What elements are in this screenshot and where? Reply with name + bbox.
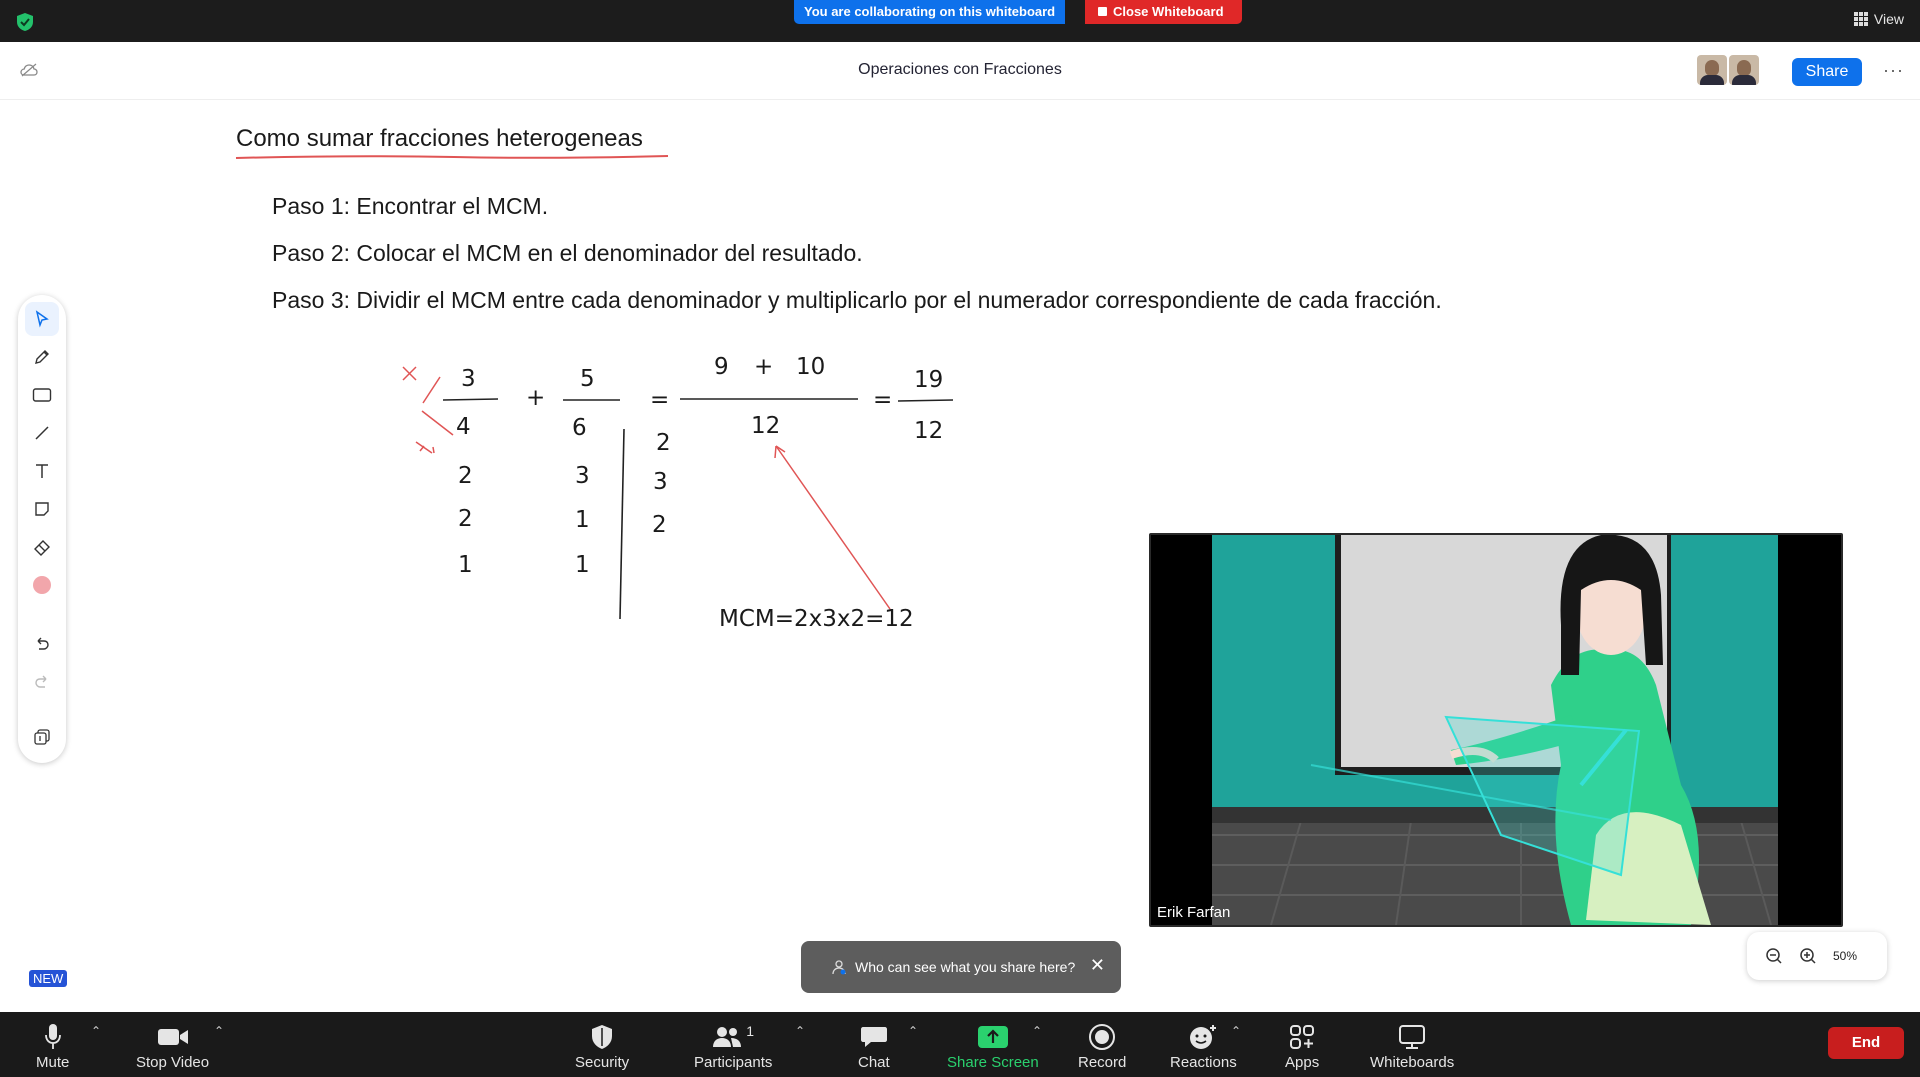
pencil-icon	[35, 350, 49, 364]
close-tooltip-button[interactable]: ✕	[1090, 955, 1105, 976]
video-options-chevron-icon[interactable]: ⌃	[214, 1024, 224, 1038]
color-dot-icon	[33, 576, 51, 594]
close-whiteboard-button[interactable]: Close Whiteboard	[1085, 0, 1242, 24]
avatar[interactable]	[1729, 55, 1759, 85]
share-options-chevron-icon[interactable]: ⌃	[1032, 1024, 1042, 1038]
templates-button[interactable]	[25, 720, 59, 754]
video-camera-icon	[157, 1029, 188, 1045]
view-button[interactable]: View	[1853, 11, 1904, 27]
zoom-in-icon[interactable]	[1799, 947, 1817, 965]
mute-button[interactable]: Mute	[36, 1020, 69, 1071]
mute-label: Mute	[36, 1054, 70, 1071]
meeting-controls-bar: Mute ⌃ Stop Video ⌃ Security 1 Participa…	[0, 1012, 1920, 1077]
zoom-controls: 50%	[1747, 932, 1887, 980]
text-icon	[36, 464, 48, 478]
share-screen-button[interactable]: Share Screen	[947, 1020, 1039, 1071]
text-tool[interactable]	[25, 454, 59, 488]
redo-icon	[35, 675, 47, 688]
participants-button[interactable]: 1 Participants	[694, 1020, 772, 1071]
templates-icon	[34, 729, 50, 745]
participants-options-chevron-icon[interactable]: ⌃	[795, 1024, 805, 1038]
chat-options-chevron-icon[interactable]: ⌃	[908, 1024, 918, 1038]
sticky-note-tool[interactable]	[25, 492, 59, 526]
more-options-button[interactable]: ···	[1883, 60, 1904, 81]
record-label: Record	[1078, 1054, 1127, 1071]
stop-icon	[1098, 7, 1107, 16]
whiteboard-title[interactable]: Operaciones con Fracciones	[0, 61, 1920, 79]
security-label: Security	[575, 1054, 630, 1071]
select-tool[interactable]	[25, 302, 59, 336]
rectangle-icon	[32, 388, 52, 402]
color-picker[interactable]	[25, 568, 59, 602]
new-badge: NEW	[29, 970, 68, 987]
end-meeting-button[interactable]: End	[1828, 1027, 1904, 1059]
tooltip-text: Who can see what you share here?	[855, 959, 1076, 975]
apps-icon	[1290, 1025, 1315, 1049]
share-visibility-tooltip[interactable]: Who can see what you share here? ✕	[801, 941, 1121, 993]
whiteboard-icon	[1399, 1025, 1426, 1049]
security-button[interactable]: Security	[575, 1020, 629, 1071]
line-tool[interactable]	[25, 416, 59, 450]
chat-label: Chat	[858, 1054, 890, 1071]
avatar-video-frame	[1212, 535, 1778, 925]
whiteboard-canvas[interactable]: Como sumar fracciones heterogeneas Paso …	[0, 101, 1920, 1012]
eraser-tool[interactable]	[25, 530, 59, 564]
record-button[interactable]: Record	[1078, 1020, 1126, 1071]
line-icon	[35, 426, 49, 440]
stop-video-button[interactable]: Stop Video	[136, 1020, 209, 1071]
audio-options-chevron-icon[interactable]: ⌃	[91, 1024, 101, 1038]
security-shield-icon	[592, 1025, 613, 1049]
collaborating-banner: You are collaborating on this whiteboard	[794, 0, 1066, 24]
chat-button[interactable]: Chat	[858, 1020, 890, 1071]
encryption-shield-icon[interactable]	[15, 12, 35, 32]
zoom-level[interactable]: 50%	[1833, 949, 1857, 963]
grid-icon	[1853, 12, 1868, 26]
chat-bubble-icon	[860, 1027, 887, 1047]
stop-video-label: Stop Video	[136, 1054, 210, 1071]
share-button[interactable]: Share	[1792, 58, 1862, 86]
close-whiteboard-label: Close Whiteboard	[1113, 4, 1224, 19]
participant-video[interactable]: Erik Farfan	[1149, 533, 1843, 927]
whiteboard-header: Operaciones con Fracciones Share ···	[0, 42, 1920, 100]
participants-label: Participants	[694, 1054, 773, 1071]
avatar[interactable]	[1697, 55, 1727, 85]
redo-button[interactable]	[25, 664, 59, 698]
whiteboards-button[interactable]: Whiteboards	[1370, 1020, 1454, 1071]
reactions-options-chevron-icon[interactable]: ⌃	[1231, 1024, 1241, 1038]
eraser-icon	[34, 540, 50, 556]
participants-count: 1	[746, 1023, 755, 1039]
whiteboard-toolbar	[18, 295, 66, 763]
undo-icon	[37, 637, 49, 650]
reactions-button[interactable]: Reactions	[1170, 1020, 1237, 1071]
math-strokes	[402, 366, 954, 620]
view-label: View	[1873, 11, 1904, 27]
smiley-icon	[1190, 1025, 1217, 1049]
whiteboards-label: Whiteboards	[1370, 1054, 1455, 1071]
cursor-icon	[35, 310, 49, 328]
zoom-out-icon[interactable]	[1765, 947, 1783, 965]
microphone-icon	[44, 1024, 61, 1049]
reactions-label: Reactions	[1170, 1054, 1237, 1071]
participants-icon	[713, 1027, 742, 1047]
pen-tool[interactable]	[25, 340, 59, 374]
share-screen-icon	[977, 1026, 1008, 1048]
people-icon	[832, 960, 846, 975]
participant-name: Erik Farfan	[1157, 904, 1231, 921]
apps-label: Apps	[1285, 1054, 1320, 1071]
collaborator-avatars[interactable]	[1697, 55, 1759, 85]
undo-button[interactable]	[25, 626, 59, 660]
share-screen-label: Share Screen	[947, 1054, 1039, 1071]
meeting-top-bar: You are collaborating on this whiteboard…	[0, 0, 1920, 42]
apps-button[interactable]: Apps	[1285, 1020, 1319, 1071]
sticky-note-icon	[35, 502, 49, 516]
shape-tool[interactable]	[25, 378, 59, 412]
record-icon	[1089, 1024, 1116, 1050]
